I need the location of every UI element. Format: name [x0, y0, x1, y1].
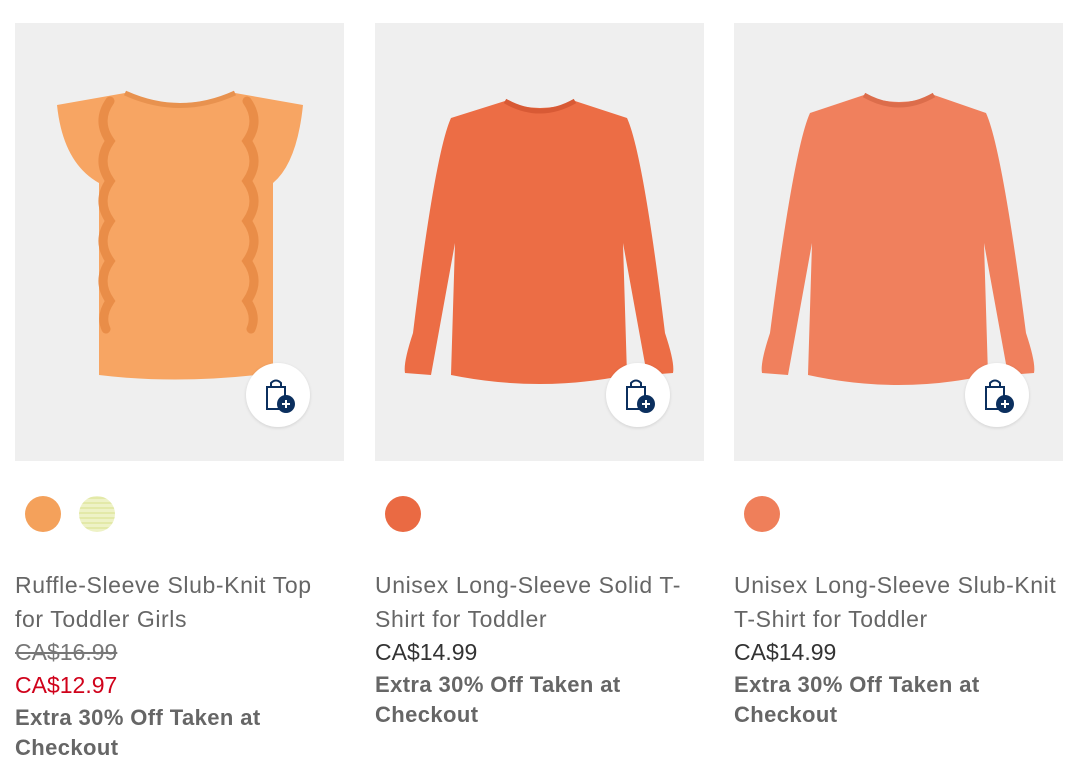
promo-text: Extra 30% Off Taken at Checkout: [15, 705, 261, 760]
product-image[interactable]: [15, 23, 344, 461]
color-swatch[interactable]: [744, 496, 780, 532]
product-image[interactable]: [375, 23, 704, 461]
product-name[interactable]: Ruffle-Sleeve Slub-Knit Top for Toddler …: [15, 568, 344, 636]
promo-text: Extra 30% Off Taken at Checkout: [734, 672, 980, 727]
promo-text: Extra 30% Off Taken at Checkout: [375, 672, 621, 727]
product-card[interactable]: Ruffle-Sleeve Slub-Knit Top for Toddler …: [15, 23, 344, 763]
color-swatch[interactable]: [25, 496, 61, 532]
product-name[interactable]: Unisex Long-Sleeve Solid T-Shirt for Tod…: [375, 568, 704, 636]
color-swatch[interactable]: [385, 496, 421, 532]
product-grid: Ruffle-Sleeve Slub-Knit Top for Toddler …: [0, 0, 1080, 765]
add-to-bag-button[interactable]: [606, 363, 670, 427]
shopping-bag-plus-icon: [626, 379, 655, 413]
product-name[interactable]: Unisex Long-Sleeve Slub-Knit T-Shirt for…: [734, 568, 1063, 636]
sale-price: CA$12.97: [15, 672, 118, 698]
color-swatches: [385, 496, 704, 532]
price: CA$14.99: [734, 639, 837, 665]
color-swatches: [744, 496, 1063, 532]
original-price: CA$16.99: [15, 639, 118, 665]
shopping-bag-plus-icon: [266, 379, 295, 413]
product-card[interactable]: Unisex Long-Sleeve Solid T-Shirt for Tod…: [375, 23, 704, 730]
add-to-bag-button[interactable]: [246, 363, 310, 427]
add-to-bag-button[interactable]: [965, 363, 1029, 427]
shopping-bag-plus-icon: [985, 379, 1014, 413]
product-card[interactable]: Unisex Long-Sleeve Slub-Knit T-Shirt for…: [734, 23, 1063, 730]
product-image[interactable]: [734, 23, 1063, 461]
color-swatch[interactable]: [79, 496, 115, 532]
price: CA$14.99: [375, 639, 478, 665]
color-swatches: [25, 496, 344, 532]
